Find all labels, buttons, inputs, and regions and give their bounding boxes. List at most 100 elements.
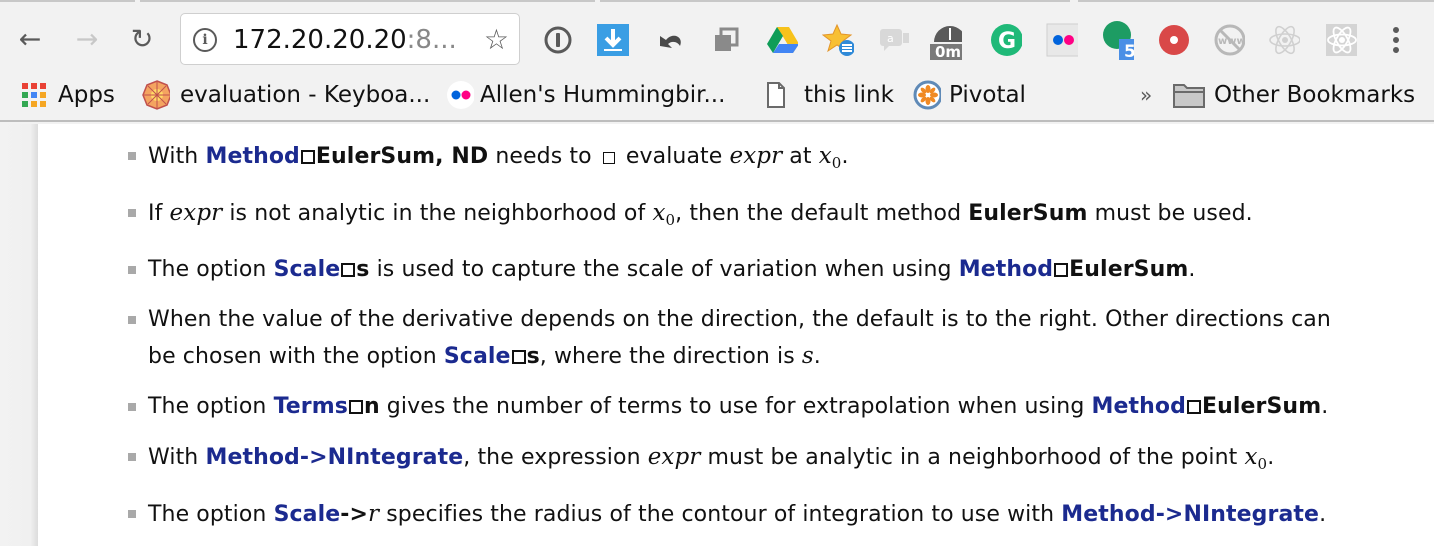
undo-icon: [660, 35, 681, 48]
1password-extension[interactable]: [542, 24, 574, 56]
bookmark-label: evaluation - Keyboa...: [180, 82, 431, 108]
timer-icon: 0m: [930, 26, 962, 60]
scale-link[interactable]: Scale: [274, 502, 341, 527]
side-gutter: [0, 124, 38, 546]
green-dot-extension[interactable]: 5: [1102, 21, 1134, 60]
grammarly-icon: G: [991, 24, 1022, 56]
eulersum-term: EulerSum: [315, 144, 436, 169]
bookmark-label: this link: [804, 82, 894, 108]
menu-icon: [1393, 27, 1399, 53]
method-nintegrate-link[interactable]: Method->NIntegrate: [1061, 502, 1319, 527]
text: If: [148, 201, 170, 226]
bookmarks-bar: Apps evaluation - Keyboa... Allen's Humm…: [0, 70, 1434, 122]
bookmark-other-bookmarks[interactable]: Other Bookmarks: [1172, 80, 1415, 110]
text: is used to capture the scale of variatio…: [369, 257, 959, 282]
text: ,: [435, 144, 452, 169]
chevron-double-right-icon: »: [1140, 83, 1153, 107]
google-drive-extension[interactable]: [766, 24, 798, 56]
list-item: The option Scale->r specifies the radius…: [125, 496, 1345, 533]
terms-link[interactable]: Terms: [274, 394, 348, 419]
n-term: n: [363, 394, 380, 419]
svg-text:a: a: [887, 32, 894, 45]
bookmark-evaluation[interactable]: evaluation - Keyboa...: [142, 80, 430, 110]
text: , then the default method: [675, 201, 969, 226]
reload-button[interactable]: ↻: [127, 24, 157, 55]
bullet: [128, 152, 136, 160]
bookmark-label: Apps: [58, 82, 115, 108]
text: With: [148, 144, 206, 169]
grammarly-extension[interactable]: G: [990, 24, 1022, 56]
expr-var: expr: [647, 444, 701, 470]
forward-button[interactable]: →: [72, 23, 102, 55]
method-link[interactable]: Method: [205, 144, 299, 169]
s-term: s: [356, 257, 370, 282]
method-link[interactable]: Method: [959, 257, 1053, 282]
info-icon[interactable]: i: [193, 28, 217, 52]
flickr-icon: [1046, 23, 1078, 57]
svg-text:0m: 0m: [935, 43, 961, 60]
tabs-extension[interactable]: [710, 24, 742, 56]
react-devtools-extension[interactable]: [1325, 24, 1357, 56]
bullet: [128, 209, 136, 217]
eulersum-term: EulerSum: [1201, 394, 1322, 419]
documentation-notes: With Method EulerSum, ND needs to evaluat…: [125, 138, 1345, 546]
undo-extension[interactable]: [654, 24, 686, 56]
bookmark-apps[interactable]: Apps: [20, 80, 115, 110]
pivotal-icon: [913, 80, 941, 110]
eulersum-term: EulerSum: [968, 201, 1088, 226]
bookmarks-overflow-button[interactable]: »: [1140, 80, 1152, 110]
x-var: x: [818, 143, 832, 169]
browser-toolbar: ← → ↻ i 172.20.20.20:8... ☆ a 0m G 5 www: [0, 10, 1434, 70]
text: With: [148, 445, 206, 470]
timer-extension[interactable]: 0m: [930, 24, 962, 60]
star-list-extension[interactable]: [822, 23, 854, 56]
bookmark-pivotal[interactable]: Pivotal: [913, 80, 1026, 110]
scale-link[interactable]: Scale: [274, 257, 341, 282]
subscript: 0: [831, 154, 842, 172]
text: must be analytic in a neighborhood of th…: [700, 445, 1245, 470]
scale-link[interactable]: Scale: [444, 344, 511, 369]
download-icon: [597, 24, 629, 56]
r-var: r: [368, 501, 380, 527]
no-www-extension[interactable]: www: [1213, 24, 1245, 56]
back-button[interactable]: ←: [15, 24, 45, 55]
method-link[interactable]: Method: [1092, 394, 1186, 419]
bookmark-label: Other Bookmarks: [1214, 82, 1416, 108]
text: .: [1188, 257, 1196, 282]
text: must be used.: [1087, 201, 1253, 226]
bookmark-star-icon[interactable]: ☆: [484, 23, 509, 56]
text: The option: [148, 502, 274, 527]
bookmark-label: Pivotal: [949, 82, 1026, 108]
svg-text:www: www: [1218, 36, 1245, 47]
1password-icon: [544, 26, 572, 54]
record-extension[interactable]: [1158, 24, 1190, 56]
arrow-right-icon: →: [75, 23, 99, 55]
rule-arrow-glyph: [348, 400, 363, 414]
chat-icon: a: [880, 29, 909, 51]
bookmark-this-link[interactable]: this link: [762, 80, 894, 110]
download-extension[interactable]: [597, 24, 629, 56]
text: , the expression: [463, 445, 648, 470]
text: .: [813, 344, 821, 369]
record-icon: [1159, 25, 1189, 55]
list-item: The option Terms n gives the number of te…: [125, 389, 1345, 425]
x-var: x: [1244, 444, 1258, 470]
rule-arrow-glyph: [341, 263, 356, 277]
rule-arrow-glyph: [1054, 263, 1069, 277]
url-text[interactable]: 172.20.20.20:8...: [233, 25, 457, 55]
flickr-extension[interactable]: [1046, 23, 1078, 57]
bookmark-hummingbird[interactable]: Allen's Hummingbir...: [446, 80, 725, 110]
text: .: [1319, 502, 1327, 527]
svg-text:G: G: [998, 29, 1016, 54]
react-devtools-disabled-extension[interactable]: [1268, 24, 1300, 56]
menu-button[interactable]: [1380, 24, 1412, 56]
flickr-icon: [446, 81, 474, 109]
chat-extension[interactable]: a: [878, 24, 910, 56]
address-bar[interactable]: i 172.20.20.20:8... ☆: [180, 13, 520, 65]
nd-term: ND: [451, 144, 489, 169]
method-nintegrate-link[interactable]: Method->NIntegrate: [205, 445, 463, 470]
expr-var: expr: [169, 200, 223, 226]
x-var: x: [652, 200, 666, 226]
text: at: [782, 144, 819, 169]
text: .: [841, 144, 849, 169]
